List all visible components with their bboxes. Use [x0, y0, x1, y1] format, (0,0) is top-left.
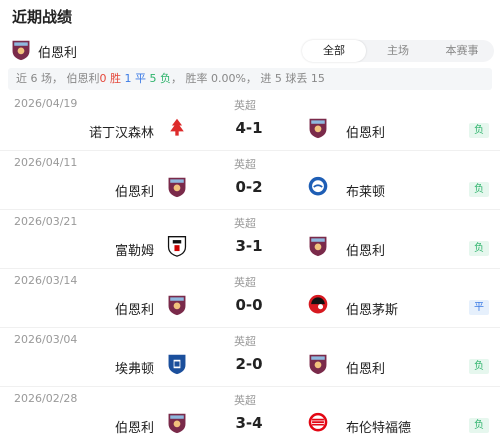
- match-date: 2026/04/11: [14, 156, 78, 169]
- tab-home[interactable]: 主场: [366, 40, 430, 62]
- burnley-crest-icon: [168, 413, 186, 434]
- bournemouth-crest-icon: [308, 294, 328, 314]
- match-row[interactable]: 2026/03/21 英超 富勒姆 3-1 伯恩利 负: [0, 210, 500, 268]
- match-date: 2026/03/14: [14, 274, 78, 287]
- burnley-crest-icon: [12, 40, 30, 61]
- burnley-crest-icon: [309, 236, 327, 257]
- match-league: 英超: [234, 394, 256, 407]
- away-team-name: 布莱顿: [346, 185, 386, 200]
- match-row[interactable]: 2026/03/14 英超 伯恩利 0-0 伯恩茅斯 平: [0, 269, 500, 327]
- fulham-crest-icon: [167, 236, 187, 257]
- away-team-name: 布伦特福德: [346, 421, 412, 436]
- home-team-name: 伯恩利: [114, 185, 154, 200]
- filter-tabs: 全部 主场 本赛事: [302, 40, 494, 62]
- away-team-name: 伯恩利: [346, 362, 386, 377]
- record-summary: 近 6 场， 伯恩利0 胜 1 平 5 负， 胜率 0.00%， 进 5 球丢 …: [8, 68, 492, 90]
- brighton-crest-icon: [307, 176, 329, 197]
- home-team-name: 富勒姆: [114, 244, 154, 259]
- match-score: 2-0: [235, 355, 263, 373]
- team-name: 伯恩利: [38, 46, 78, 61]
- tab-all[interactable]: 全部: [302, 40, 366, 62]
- burnley-crest-icon: [309, 354, 327, 375]
- summary-draws: 1 平: [124, 72, 147, 85]
- match-league: 英超: [234, 335, 256, 348]
- brentford-crest-icon: [307, 412, 329, 433]
- match-score: 0-0: [235, 296, 263, 314]
- everton-crest-icon: [168, 354, 186, 375]
- match-league: 英超: [234, 217, 256, 230]
- burnley-crest-icon: [168, 177, 186, 198]
- match-date: 2026/02/28: [14, 392, 78, 405]
- away-team-name: 伯恩茅斯: [346, 303, 399, 318]
- nottingham-forest-crest-icon: [170, 118, 184, 136]
- home-team-name: 伯恩利: [114, 421, 154, 436]
- home-team-name: 埃弗顿: [114, 362, 154, 377]
- match-row[interactable]: 2026/02/28 英超 伯恩利 3-4 布伦特福德 负: [0, 387, 500, 445]
- result-badge: 负: [469, 359, 489, 374]
- match-score: 3-4: [235, 414, 263, 432]
- match-date: 2026/03/21: [14, 215, 78, 228]
- match-league: 英超: [234, 99, 256, 112]
- summary-suffix: ， 胜率 0.00%， 进 5 球丢 15: [171, 72, 325, 85]
- match-date: 2026/04/19: [14, 97, 78, 110]
- result-badge: 负: [469, 418, 489, 433]
- match-league: 英超: [234, 158, 256, 171]
- burnley-crest-icon: [309, 118, 327, 139]
- summary-prefix: 近 6 场， 伯恩利: [16, 72, 100, 85]
- burnley-crest-icon: [168, 295, 186, 316]
- home-team-name: 伯恩利: [114, 303, 154, 318]
- match-row[interactable]: 2026/04/11 英超 伯恩利 0-2 布莱顿 负: [0, 151, 500, 209]
- result-badge: 平: [469, 300, 489, 315]
- match-score: 3-1: [235, 237, 263, 255]
- result-badge: 负: [469, 123, 489, 138]
- summary-losses: 5 负: [149, 72, 172, 85]
- match-score: 0-2: [235, 178, 263, 196]
- summary-wins: 0 胜: [99, 72, 122, 85]
- result-badge: 负: [469, 182, 489, 197]
- away-team-name: 伯恩利: [346, 244, 386, 259]
- match-league: 英超: [234, 276, 256, 289]
- result-badge: 负: [469, 241, 489, 256]
- match-date: 2026/03/04: [14, 333, 78, 346]
- match-score: 4-1: [235, 119, 263, 137]
- page-title: 近期战绩: [12, 8, 73, 26]
- match-row[interactable]: 2026/04/19 英超 诺丁汉森林 4-1 伯恩利 负: [0, 92, 500, 150]
- away-team-name: 伯恩利: [346, 126, 386, 141]
- match-row[interactable]: 2026/03/04 英超 埃弗顿 2-0 伯恩利 负: [0, 328, 500, 386]
- home-team-name: 诺丁汉森林: [88, 126, 154, 141]
- tab-competition[interactable]: 本赛事: [430, 40, 494, 62]
